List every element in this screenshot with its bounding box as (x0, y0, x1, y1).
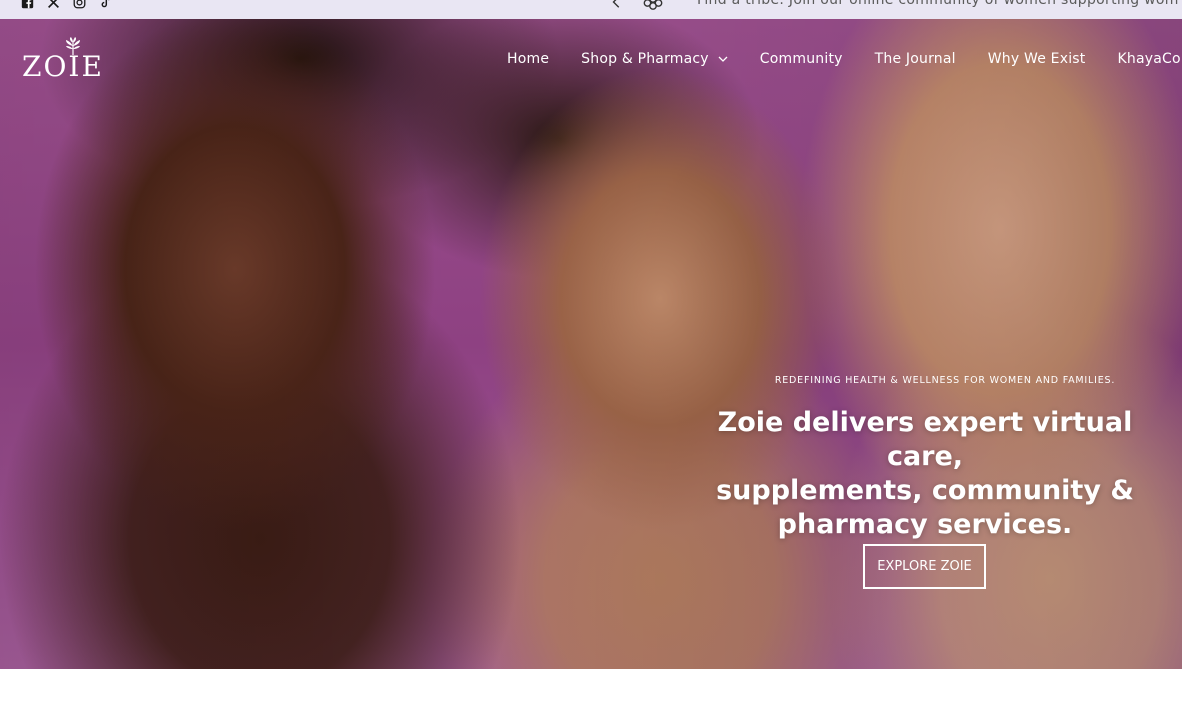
hero-headline-line: Zoie delivers expert virtual care, (717, 407, 1133, 472)
announcement-bar: Find a tribe. Join our online community … (0, 0, 1182, 19)
social-links (20, 0, 112, 9)
main-nav: Home Shop & Pharmacy Community The Journ… (507, 51, 1182, 67)
announcement-text[interactable]: Find a tribe. Join our online community … (697, 0, 1179, 8)
nav-item-label: Community (759, 51, 843, 67)
hero-eyebrow: REDEFINING HEALTH & WELLNESS FOR WOMEN A… (774, 375, 1116, 386)
hero-content: REDEFINING HEALTH & WELLNESS FOR WOMEN A… (690, 375, 1160, 542)
hero-headline-line: supplements, community & (716, 475, 1134, 506)
x-icon[interactable] (46, 0, 60, 9)
logo-wordmark: ZOIE (22, 50, 104, 83)
chevron-left-icon[interactable] (610, 0, 626, 10)
facebook-icon[interactable] (20, 0, 34, 9)
nav-item-the-journal[interactable]: The Journal (875, 51, 956, 67)
chevron-down-icon (718, 56, 728, 62)
site-logo[interactable]: ZOIE (22, 37, 102, 81)
hero-banner: ZOIE Home Shop & Pharmacy Community The … (0, 19, 1182, 669)
hero-image (0, 19, 1182, 669)
nav-item-label: Home (507, 51, 550, 67)
page-content-below (0, 669, 1182, 704)
nav-item-label: Why We Exist (987, 51, 1086, 67)
nav-item-label: KhayaCo (1117, 51, 1181, 67)
nav-item-shop-pharmacy[interactable]: Shop & Pharmacy (581, 51, 728, 67)
instagram-icon[interactable] (72, 0, 86, 9)
nav-item-label: The Journal (874, 51, 956, 67)
tiktok-icon[interactable] (98, 0, 112, 9)
nav-item-home[interactable]: Home (507, 51, 549, 67)
explore-zoie-button[interactable]: EXPLORE ZOIE (863, 544, 986, 589)
hero-headline-line: pharmacy services. (777, 509, 1073, 540)
zoie-flower-icon (641, 0, 665, 11)
nav-item-khayaco[interactable]: KhayaCo (1117, 51, 1180, 67)
hero-headline: Zoie delivers expert virtual care, suppl… (690, 406, 1160, 542)
nav-item-label: Shop & Pharmacy (581, 51, 709, 67)
nav-item-why-we-exist[interactable]: Why We Exist (988, 51, 1086, 67)
nav-item-community[interactable]: Community (760, 51, 843, 67)
